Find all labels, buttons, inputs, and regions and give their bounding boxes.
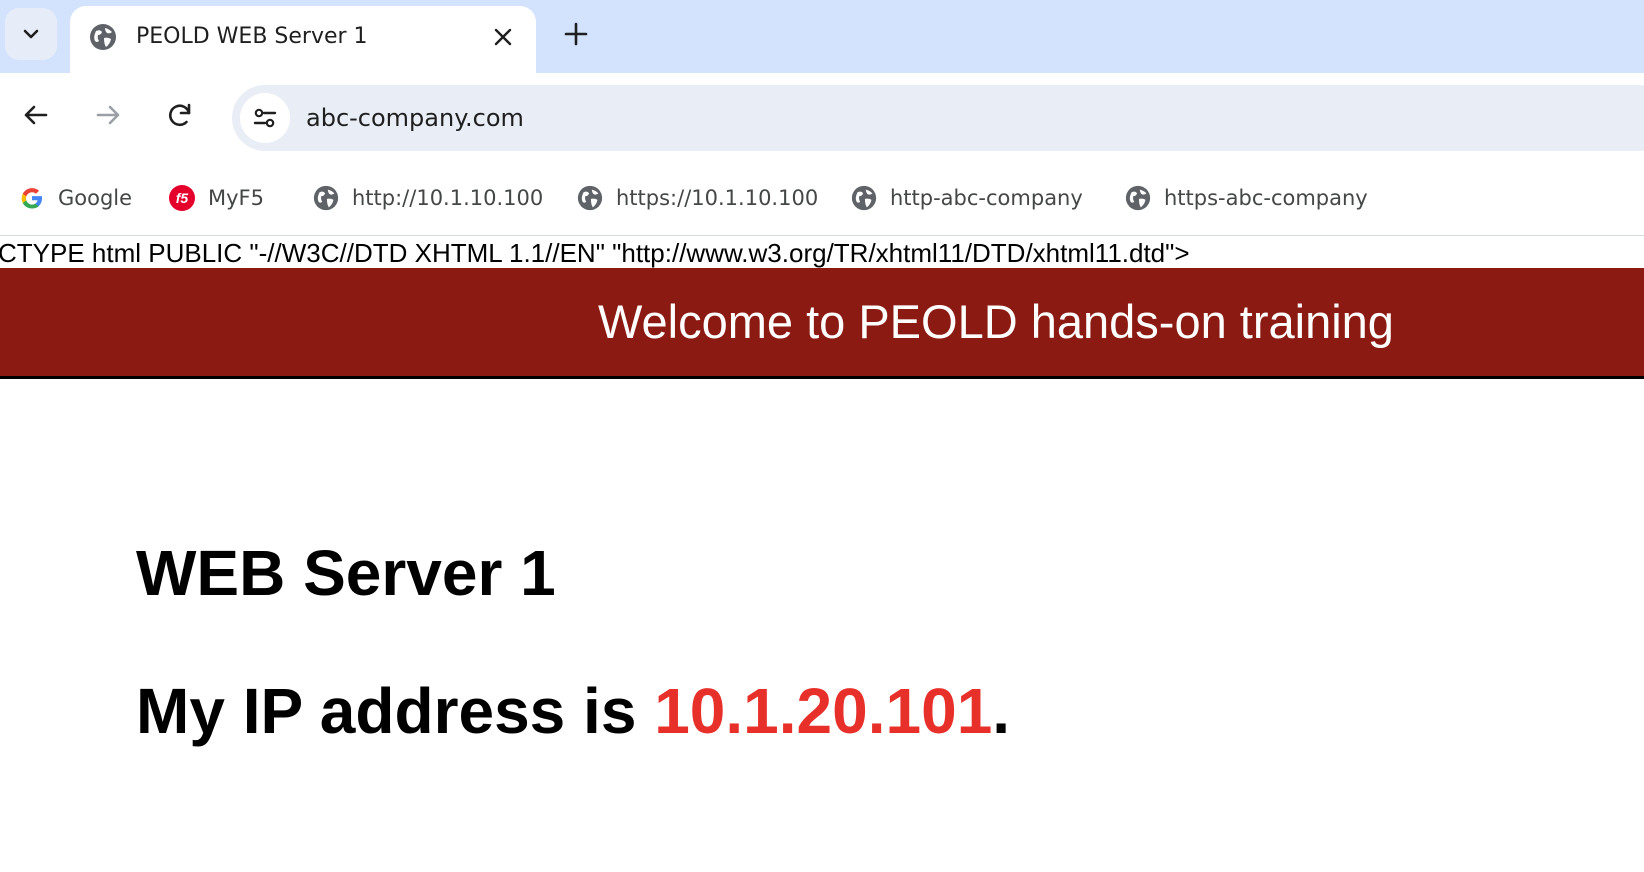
tab-search-button[interactable]: [5, 8, 57, 60]
globe-icon: [851, 185, 877, 211]
url-text[interactable]: abc-company.com: [306, 101, 524, 135]
doctype-text: CTYPE html PUBLIC "-//W3C//DTD XHTML 1.1…: [0, 238, 1190, 268]
bookmark-label: http-abc-company: [890, 186, 1083, 210]
server-heading: WEB Server 1: [136, 537, 556, 609]
bookmark-label: Google: [58, 186, 133, 210]
ip-suffix: .: [992, 675, 1011, 747]
ip-address-value: 10.1.20.101: [654, 675, 993, 747]
svg-text:f5: f5: [176, 190, 189, 206]
bookmark-google[interactable]: Google: [18, 180, 132, 216]
reload-icon[interactable]: [164, 99, 196, 131]
address-bar[interactable]: abc-company.com: [232, 85, 1644, 151]
bookmark-http-ip[interactable]: http://10.1.10.100: [312, 180, 543, 216]
close-icon[interactable]: [490, 24, 516, 50]
banner-title: Welcome to PEOLD hands-on training: [598, 295, 1394, 348]
chevron-down-icon: [23, 29, 39, 39]
globe-icon: [313, 185, 339, 211]
ip-address-line: My IP address is 10.1.20.101.: [136, 675, 1010, 747]
bookmarks-bar: Google f5 MyF5 http://10.1.10.100 https:…: [0, 162, 1644, 236]
bookmark-label: MyF5: [208, 186, 264, 210]
bookmark-http-abc-company[interactable]: http-abc-company: [850, 180, 1083, 216]
google-icon: [21, 188, 42, 209]
browser-tab-active[interactable]: PEOLD WEB Server 1: [70, 6, 536, 73]
site-info-button[interactable]: [240, 93, 290, 143]
globe-icon: [90, 24, 116, 50]
back-arrow-icon[interactable]: [20, 99, 52, 131]
page-content: CTYPE html PUBLIC "-//W3C//DTD XHTML 1.1…: [0, 237, 1644, 872]
tune-settings-icon: [253, 108, 277, 128]
new-tab-plus-icon[interactable]: [562, 20, 590, 48]
f5-icon: f5: [169, 185, 195, 211]
ip-prefix: My IP address is: [136, 675, 655, 747]
globe-icon: [577, 185, 603, 211]
bookmark-https-ip[interactable]: https://10.1.10.100: [576, 180, 818, 216]
bookmark-label: https-abc-company: [1164, 186, 1368, 210]
globe-icon: [1125, 185, 1151, 211]
bookmark-https-abc-company[interactable]: https-abc-company: [1124, 180, 1368, 216]
tab-title: PEOLD WEB Server 1: [136, 24, 368, 49]
browser-toolbar: abc-company.com: [0, 73, 1644, 162]
bookmark-myf5[interactable]: f5 MyF5: [168, 180, 264, 216]
bookmark-label: http://10.1.10.100: [352, 186, 544, 210]
tab-strip: PEOLD WEB Server 1: [0, 0, 1644, 73]
welcome-banner: Welcome to PEOLD hands-on training: [0, 268, 1644, 379]
bookmark-label: https://10.1.10.100: [616, 186, 819, 210]
forward-arrow-icon[interactable]: [92, 99, 124, 131]
